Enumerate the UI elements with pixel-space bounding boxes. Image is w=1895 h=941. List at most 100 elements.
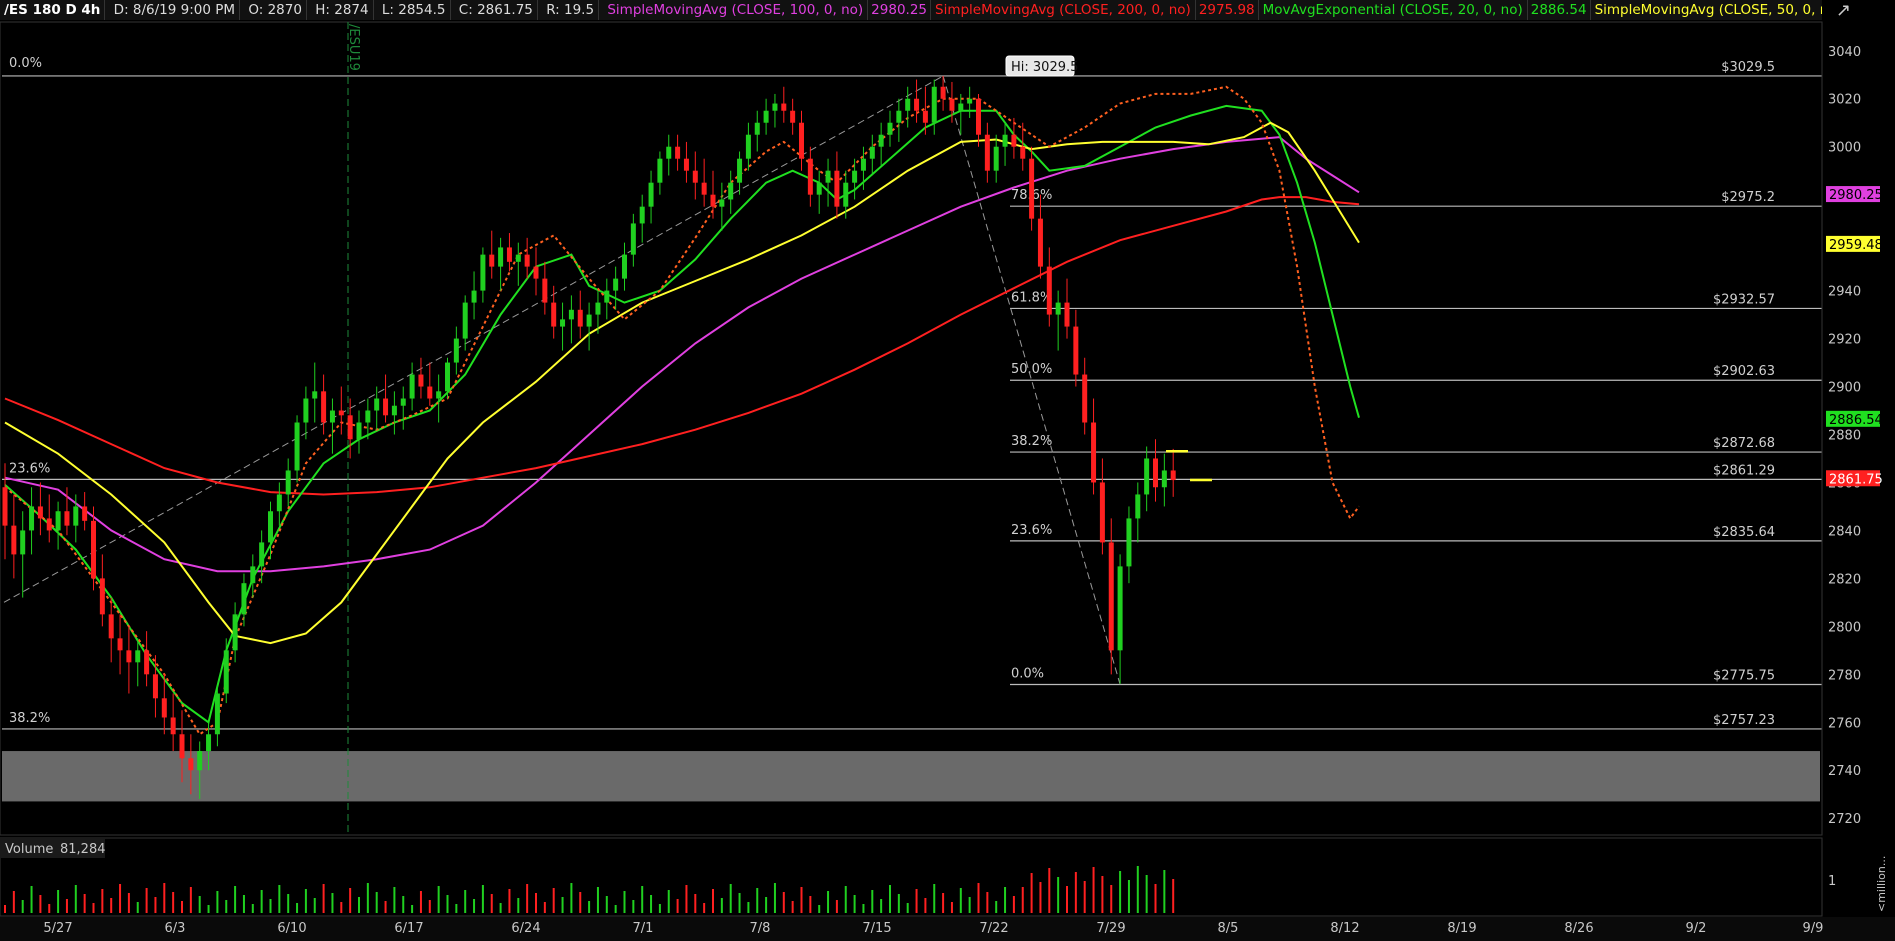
candle-body-44 — [391, 405, 397, 416]
candle-body-92 — [816, 182, 822, 195]
volume-bar-61 — [543, 902, 546, 913]
candle-body-74 — [657, 158, 663, 183]
candle-body-56 — [498, 247, 504, 267]
price-tick-2740: 2740 — [1828, 764, 1861, 779]
candle-body-50 — [445, 362, 450, 392]
volume-bar-81 — [720, 898, 723, 913]
volume-bar-9 — [83, 894, 86, 913]
time-tick-10: 8/5 — [1218, 921, 1239, 936]
volume-bar-132 — [1172, 879, 1175, 913]
volume-bar-105 — [933, 884, 936, 913]
volume-bar-113 — [1004, 887, 1007, 913]
volume-bar-114 — [1012, 896, 1015, 913]
candle-body-113 — [1002, 134, 1008, 147]
gray-zone-rect — [2, 751, 1820, 802]
volume-bar-14 — [127, 893, 130, 913]
volume-bar-35 — [313, 898, 316, 913]
volume-bar-120 — [1066, 886, 1068, 913]
volume-bar-131 — [1163, 870, 1166, 913]
volume-bar-88 — [782, 892, 785, 913]
volume-bar-7 — [65, 899, 68, 913]
time-tick-14: 9/2 — [1686, 921, 1707, 936]
time-tick-2: 6/10 — [277, 921, 306, 936]
volume-bar-80 — [712, 889, 714, 913]
candle-body-40 — [356, 422, 362, 440]
time-tick-15: 9/9 — [1803, 921, 1824, 936]
volume-bar-4 — [39, 895, 42, 913]
volume-bar-116 — [1030, 873, 1033, 913]
price-tick-3040: 3040 — [1828, 45, 1861, 60]
price-tick-2900: 2900 — [1828, 381, 1861, 396]
volume-bar-52 — [464, 890, 467, 913]
time-tick-12: 8/19 — [1447, 921, 1476, 936]
volume-bar-101 — [897, 894, 900, 913]
candle-body-46 — [409, 374, 415, 399]
volume-bar-48 — [428, 900, 431, 913]
candle-body-51 — [453, 338, 459, 363]
candle-body-94 — [834, 170, 840, 207]
candle-body-36 — [321, 391, 327, 423]
volume-bar-86 — [765, 897, 768, 913]
volume-bar-93 — [827, 891, 830, 913]
candle-body-90 — [799, 122, 804, 159]
price-tick-2940: 2940 — [1828, 285, 1861, 300]
volume-bar-17 — [154, 897, 157, 913]
candle-body-14 — [126, 650, 132, 663]
volume-bar-23 — [207, 905, 210, 913]
candle-body-61 — [542, 278, 548, 303]
fib-pct-2: 61.8% — [1011, 290, 1052, 305]
candle-body-24 — [214, 693, 220, 735]
volume-bar-22 — [198, 896, 201, 913]
candle-body-54 — [480, 254, 486, 291]
candle-body-128 — [1135, 494, 1141, 519]
plot-area — [0, 21, 1823, 836]
candle-body-131 — [1161, 470, 1167, 488]
volume-bar-56 — [499, 903, 502, 913]
volume-bar-82 — [729, 884, 732, 913]
volume-bar-59 — [526, 884, 529, 913]
volume-bar-58 — [517, 898, 520, 913]
time-tick-4: 6/24 — [511, 921, 540, 936]
volume-bar-72 — [641, 886, 644, 913]
fib-price-8: $2757.23 — [1713, 713, 1775, 728]
candle-body-122 — [1082, 374, 1088, 423]
price-tag-0: 2980.25 — [1829, 188, 1883, 203]
candle-body-35 — [312, 391, 318, 399]
volume-bar-12 — [110, 898, 113, 913]
candle-body-17 — [152, 674, 158, 699]
volume-bar-54 — [481, 885, 484, 913]
candle-body-13 — [117, 638, 123, 651]
candle-body-78 — [692, 170, 698, 183]
fib-pct-4: 38.2% — [1011, 434, 1052, 449]
volume-bar-110 — [977, 883, 980, 913]
volume-bar-89 — [791, 901, 794, 913]
fib-pct-left-top: 0.0% — [9, 56, 42, 71]
volume-bar-129 — [1145, 875, 1148, 913]
candle-body-83 — [737, 158, 743, 183]
volume-bar-16 — [145, 888, 148, 913]
candle-body-28 — [250, 566, 256, 584]
time-tick-8: 7/22 — [979, 921, 1008, 936]
price-chart[interactable]: $3029.50.0%$2975.278.6%$2932.5761.8%$290… — [0, 0, 1895, 941]
volume-bar-24 — [216, 891, 219, 913]
candle-body-55 — [489, 254, 495, 267]
volume-bar-127 — [1127, 880, 1130, 913]
volume-bar-25 — [225, 900, 228, 913]
volume-bar-19 — [172, 892, 175, 913]
candle-body-107 — [949, 98, 955, 111]
time-axis: 5/27 6/3 6/10 6/17 6/24 7/1 7/8 7/15 7/22 7/29 8/5… — [0, 917, 1895, 941]
candle-body-25 — [223, 650, 229, 694]
candle-body-121 — [1073, 326, 1079, 375]
volume-bar-91 — [809, 896, 812, 913]
candle-body-102 — [905, 98, 911, 111]
price-tag-1: 2959.48 — [1829, 238, 1883, 253]
candle-body-60 — [533, 266, 539, 279]
volume-bar-36 — [322, 884, 325, 913]
candle-body-4 — [37, 506, 43, 519]
candle-body-80 — [710, 194, 716, 207]
volume-bar-79 — [703, 903, 706, 913]
volume-bar-18 — [163, 883, 166, 913]
volume-bar-42 — [375, 892, 378, 913]
volume-bar-83 — [738, 893, 741, 913]
volume-bar-30 — [269, 899, 272, 913]
